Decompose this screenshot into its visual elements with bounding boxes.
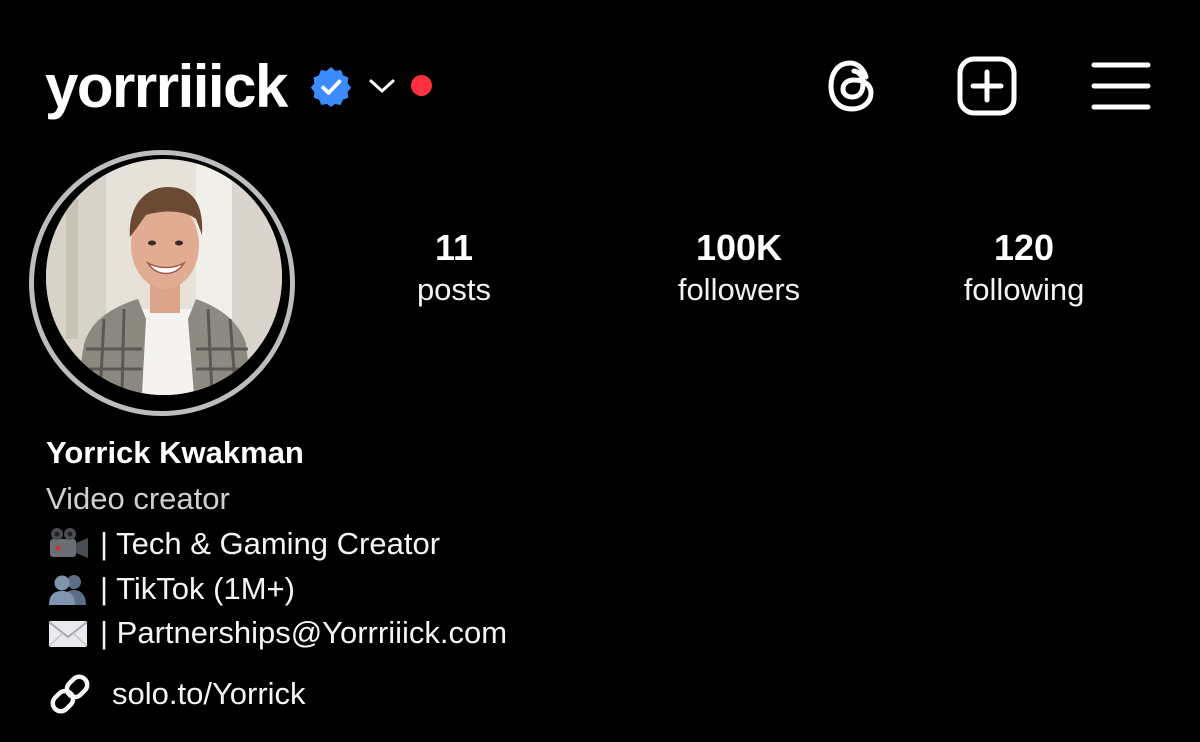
bio-line: | Partnerships@Yorrriiick.com: [46, 611, 846, 656]
verified-badge-icon: [310, 67, 352, 107]
chevron-down-icon[interactable]: [368, 76, 396, 96]
following-count: 120: [993, 227, 1055, 268]
movie-camera-emoji: [50, 528, 88, 559]
category-label: Video creator: [46, 481, 230, 516]
profile-photo[interactable]: [46, 159, 282, 395]
busts-emoji: [49, 574, 86, 605]
posts-count: 11: [434, 227, 474, 268]
bio-text[interactable]: | Partnerships@Yorrriiick.com: [100, 611, 507, 656]
followers-count: 100K: [695, 227, 783, 268]
envelope-emoji: [48, 621, 88, 648]
link-url[interactable]: solo.to/Yorrick: [112, 676, 306, 712]
profile-link[interactable]: solo.to/Yorrick: [46, 670, 306, 718]
profile-bio: Yorrick Kwakman Video creator | Tech & G…: [46, 430, 846, 656]
bio-text: | Tech & Gaming Creator: [100, 526, 441, 561]
bio-line: | Tech & Gaming Creator: [46, 522, 846, 567]
create-post-icon[interactable]: [956, 55, 1018, 117]
following-stat[interactable]: 120 following: [914, 226, 1134, 310]
bio-line: | TikTok (1M+): [46, 567, 846, 612]
notification-dot: [411, 75, 432, 96]
posts-stat[interactable]: 11 posts: [344, 226, 564, 310]
threads-icon[interactable]: [822, 55, 884, 117]
following-label: following: [963, 272, 1085, 307]
link-icon: [50, 674, 90, 714]
followers-stat[interactable]: 100K followers: [629, 226, 849, 310]
menu-icon[interactable]: [1090, 55, 1152, 117]
posts-label: posts: [416, 272, 492, 307]
bio-text: | TikTok (1M+): [100, 570, 295, 606]
profile-header: yorrriiick: [0, 0, 1200, 160]
display-name: Yorrick Kwakman: [46, 435, 304, 470]
username[interactable]: yorrriiick: [45, 52, 288, 122]
followers-label: followers: [677, 272, 801, 307]
